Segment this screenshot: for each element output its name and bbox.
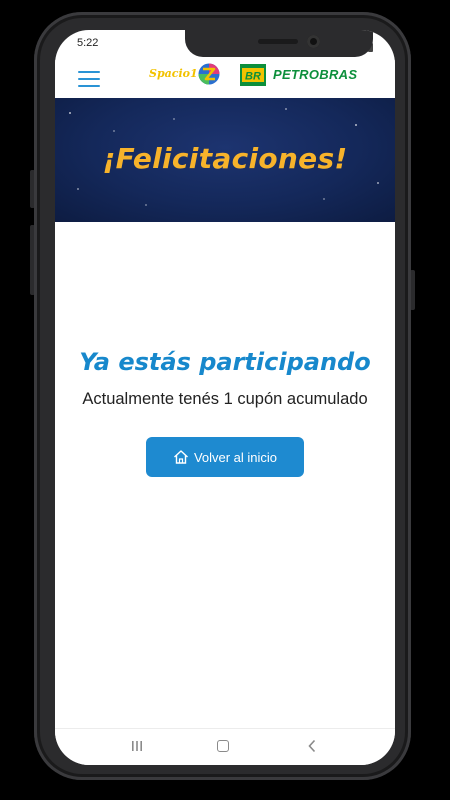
- petrobras-badge-icon: BR: [240, 64, 266, 86]
- petrobras-logo-text: PETROBRAS: [273, 67, 358, 82]
- recent-apps-icon[interactable]: [131, 740, 143, 752]
- phone-screen: 5:22 Spacio1 BR PETROBRAS ¡Felicitacione…: [55, 30, 395, 765]
- home-icon: [173, 450, 188, 464]
- camera-notch: [185, 30, 373, 57]
- speaker-grille: [258, 39, 298, 44]
- system-nav-bar: [55, 728, 395, 765]
- back-chevron-icon[interactable]: [307, 739, 317, 753]
- hamburger-menu-icon[interactable]: [78, 71, 100, 91]
- front-camera: [307, 35, 320, 48]
- spacio-logo-icon: [198, 63, 220, 85]
- banner-title: ¡Felicitaciones!: [102, 142, 348, 175]
- spacio-logo-text: Spacio1: [149, 67, 198, 80]
- coupon-status-text: Actualmente tenés 1 cupón acumulado: [82, 390, 368, 408]
- back-to-home-label: Volver al inicio: [193, 449, 278, 465]
- home-square-icon[interactable]: [217, 740, 229, 752]
- back-to-home-button[interactable]: Volver al inicio: [146, 437, 304, 477]
- congrats-banner: ¡Felicitaciones!: [55, 98, 395, 222]
- petrobras-badge-text: BR: [245, 71, 261, 83]
- status-time: 5:22: [77, 37, 99, 49]
- page-headline: Ya estás participando: [79, 348, 371, 376]
